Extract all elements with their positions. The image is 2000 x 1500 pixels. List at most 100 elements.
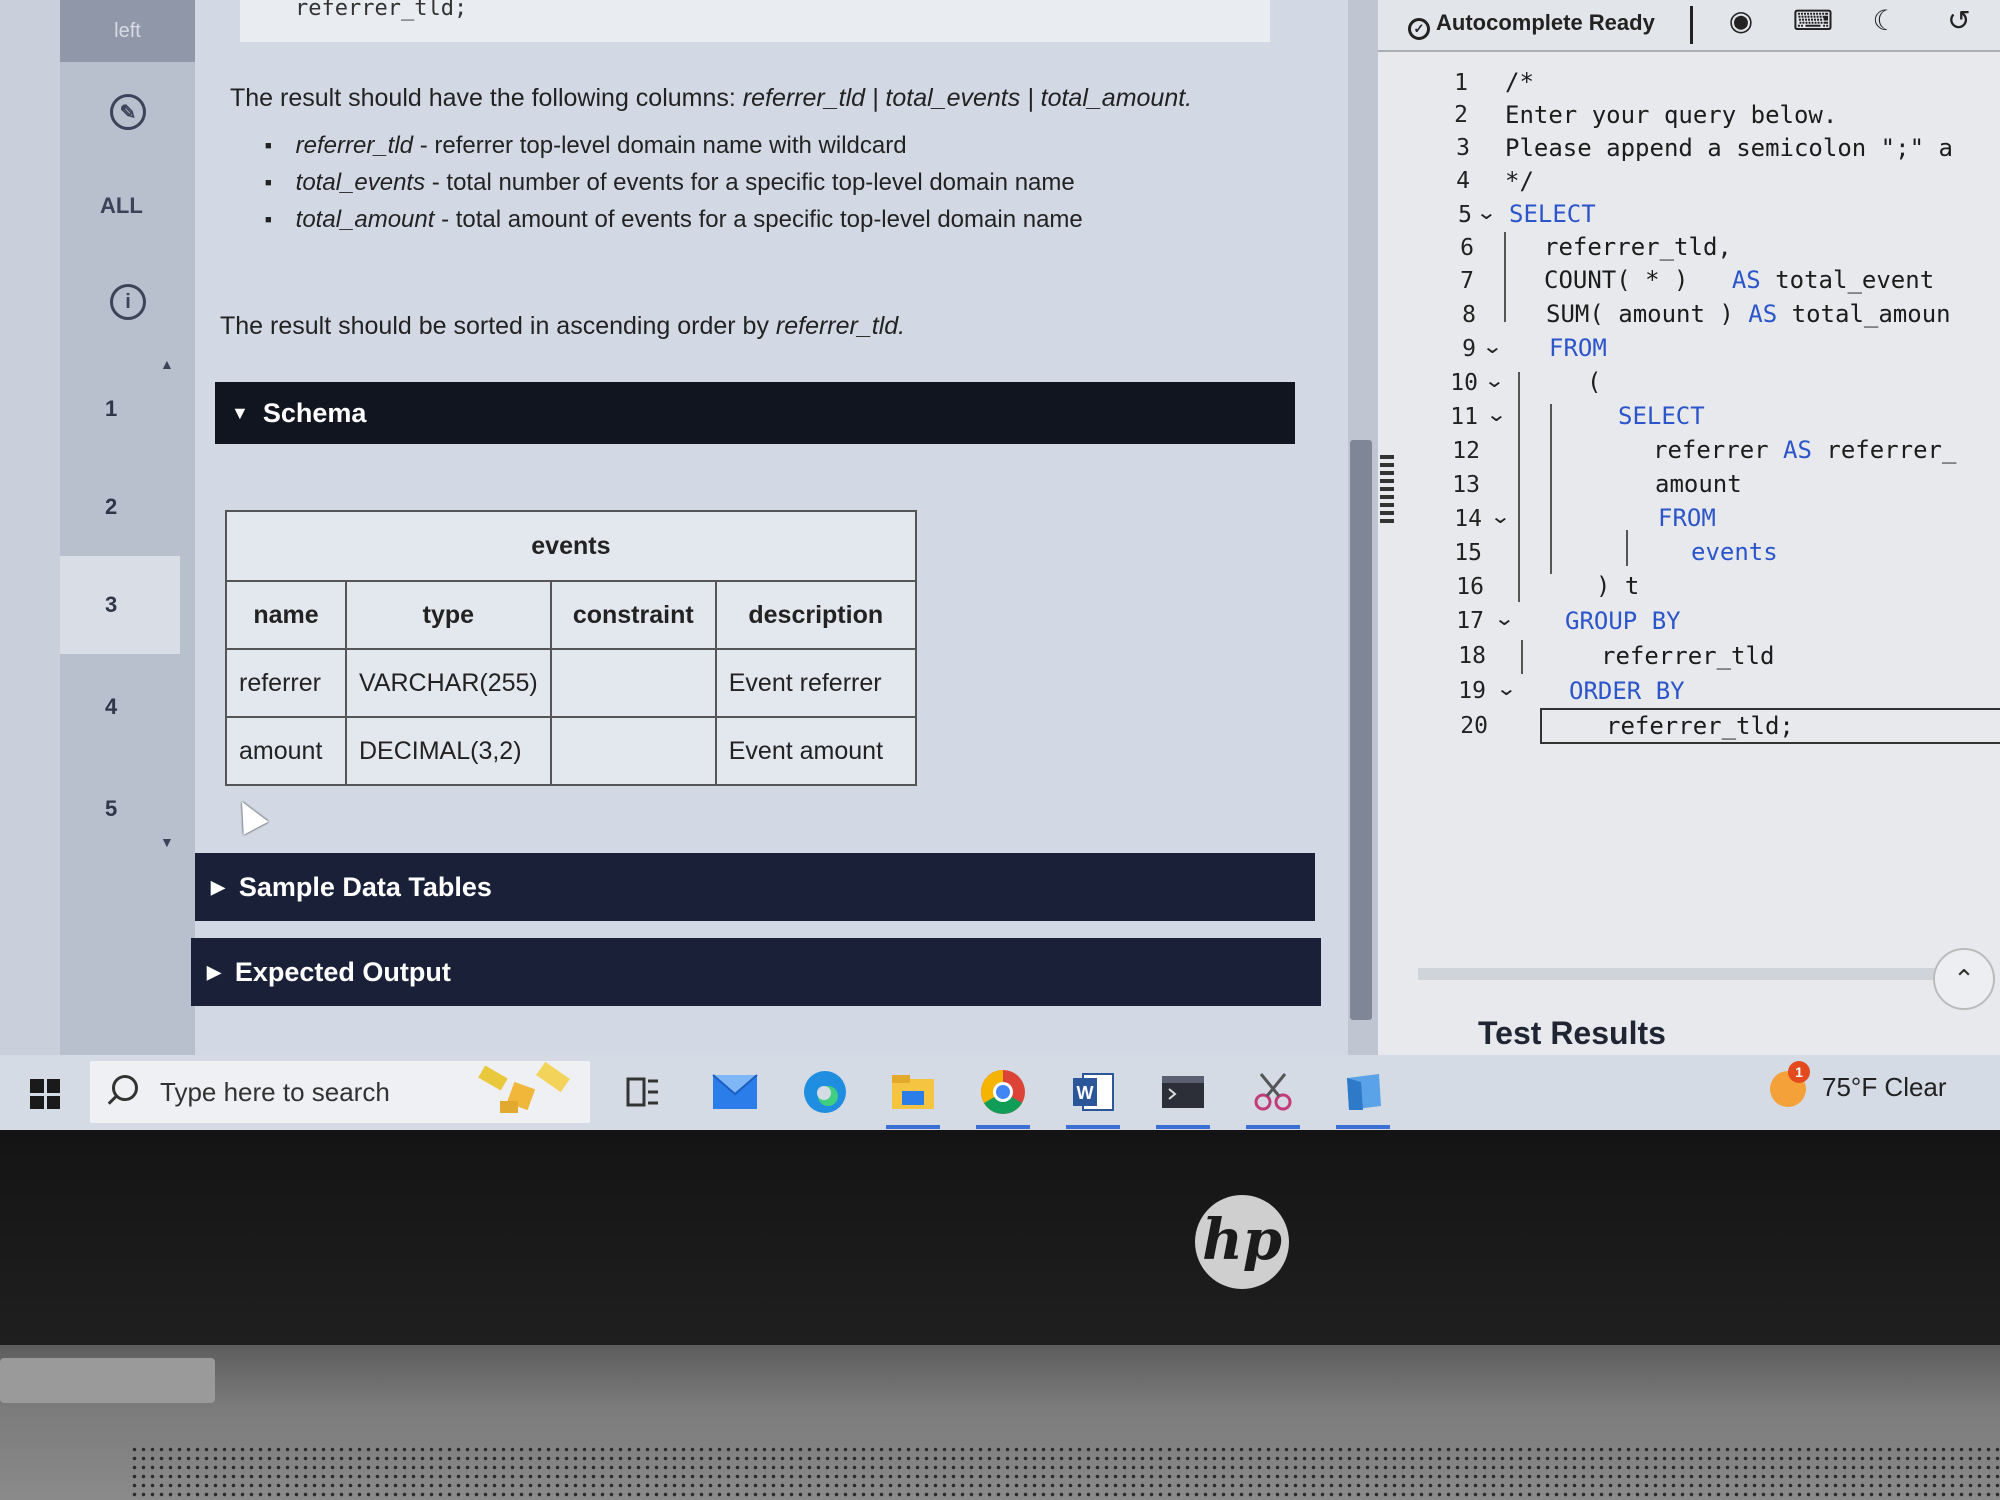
nav-top-tab[interactable]: left xyxy=(60,0,195,62)
bullet-name: referrer_tld xyxy=(295,132,414,159)
indent-guide xyxy=(1504,232,1506,322)
code-line-16[interactable]: ) t xyxy=(1596,572,1639,600)
line-number: 5 xyxy=(1458,202,1472,228)
mail-icon[interactable] xyxy=(708,1065,762,1119)
nav-question-4[interactable]: 4 xyxy=(60,658,180,756)
nav-scroll-down-icon[interactable]: ▼ xyxy=(160,834,174,850)
line-number: 12 xyxy=(1452,438,1480,464)
schema-toggle[interactable]: ▼ Schema xyxy=(215,382,1295,444)
code-keyword: AS xyxy=(1731,266,1761,294)
code-line-7[interactable]: COUNT( * ) AS total_event xyxy=(1544,266,1934,294)
code-line-19[interactable]: ORDER BY xyxy=(1569,677,1685,705)
eye-icon[interactable]: ◉ xyxy=(1720,4,1762,40)
code-line-11[interactable]: SELECT xyxy=(1618,402,1705,430)
nav-question-2[interactable]: 2 xyxy=(60,458,180,556)
autocomplete-label: Autocomplete Ready xyxy=(1436,10,1655,35)
moon-icon[interactable]: ☾ xyxy=(1864,4,1906,40)
sort-column: referrer_tld. xyxy=(775,312,906,340)
code-line-18[interactable]: referrer_tld xyxy=(1601,642,1774,670)
autocomplete-status: ✓ Autocomplete Ready xyxy=(1408,10,1655,40)
screen: left ✎ ALL i ▲ 1 2 3 4 5 ▼ referrer_tld;… xyxy=(0,0,2000,1130)
weather-widget[interactable]: 1 75°F Clear xyxy=(1770,1061,1947,1107)
code-line-9[interactable]: FROM xyxy=(1549,334,1607,362)
windows-start-icon[interactable] xyxy=(30,1079,60,1109)
line-number: 8 xyxy=(1462,302,1476,328)
edge-browser-icon[interactable] xyxy=(798,1065,852,1119)
line-number: 15 xyxy=(1454,540,1482,566)
expected-output-label: Expected Output xyxy=(234,956,451,987)
fold-chevron-icon[interactable]: ⌄ xyxy=(1483,368,1505,393)
sort-instruction: The result should be sorted in ascending… xyxy=(220,312,905,341)
code-line-20[interactable]: referrer_tld; xyxy=(1606,712,1794,740)
code-line-1[interactable]: /* xyxy=(1505,68,1534,96)
laptop-bezel xyxy=(0,1130,2000,1345)
fold-chevron-icon[interactable]: ⌄ xyxy=(1489,504,1511,529)
nav-question-1[interactable]: 1 xyxy=(60,360,180,458)
code-line-8[interactable]: SUM( amount ) AS total_amoun xyxy=(1546,300,1951,328)
fold-chevron-icon[interactable]: ⌄ xyxy=(1495,676,1517,701)
fold-chevron-icon[interactable]: ⌄ xyxy=(1493,606,1515,631)
nav-all[interactable]: ALL xyxy=(100,193,143,219)
code-line-2[interactable]: Enter your query below. xyxy=(1505,101,1837,129)
code-line-4[interactable]: */ xyxy=(1505,167,1534,195)
notification-badge: 1 xyxy=(1788,1061,1810,1083)
task-view-icon[interactable] xyxy=(616,1065,670,1119)
problem-scrollbar-thumb[interactable] xyxy=(1350,440,1372,1020)
weather-text: 75°F Clear xyxy=(1822,1071,1947,1102)
fold-chevron-icon[interactable]: ⌄ xyxy=(1485,402,1507,427)
laptop-hinge xyxy=(0,1358,215,1403)
code-line-13[interactable]: amount xyxy=(1655,470,1742,498)
code-text: COUNT( * ) xyxy=(1544,266,1732,294)
code-line-12[interactable]: referrer AS referrer_ xyxy=(1653,436,1956,464)
code-line-3[interactable]: Please append a semicolon ";" a xyxy=(1505,134,1953,162)
code-keyword: AS xyxy=(1748,300,1778,328)
problem-panel: referrer_tld; The result should have the… xyxy=(191,0,1360,1055)
history-icon[interactable]: ↺ xyxy=(1938,4,1980,40)
check-circle-icon: ✓ xyxy=(1408,18,1430,40)
table-cell xyxy=(549,716,717,786)
table-cell: DECIMAL(3,2) xyxy=(345,716,552,786)
word-icon[interactable]: W xyxy=(1066,1065,1120,1129)
line-number: 2 xyxy=(1454,102,1468,128)
indent-guide xyxy=(1550,404,1552,574)
toolbar-divider xyxy=(1690,6,1693,44)
info-icon[interactable]: i xyxy=(110,284,146,320)
nav-question-3[interactable]: 3 xyxy=(60,556,180,654)
code-line-5[interactable]: SELECT xyxy=(1509,200,1596,228)
sample-data-toggle[interactable]: ▶ Sample Data Tables xyxy=(195,853,1315,921)
keyboard-icon[interactable]: ⌨ xyxy=(1792,4,1834,40)
weather-sun-icon: 1 xyxy=(1770,1061,1810,1107)
expected-output-toggle[interactable]: ▶ Expected Output xyxy=(191,938,1321,1006)
line-number: 6 xyxy=(1460,235,1474,261)
code-line-17[interactable]: GROUP BY xyxy=(1565,607,1681,635)
line-number: 1 xyxy=(1454,70,1468,96)
terminal-icon[interactable] xyxy=(1156,1065,1210,1129)
active-app-indicator xyxy=(1246,1125,1300,1129)
code-line-15[interactable]: events xyxy=(1691,538,1778,566)
app-icon[interactable] xyxy=(1336,1065,1390,1129)
chrome-icon[interactable] xyxy=(976,1065,1030,1129)
bullet-desc: - referrer top-level domain name with wi… xyxy=(413,132,907,159)
columns-list: referrer_tld | total_events | total_amou… xyxy=(742,84,1193,112)
line-number: 11 xyxy=(1450,404,1478,430)
edit-icon[interactable]: ✎ xyxy=(110,94,146,130)
code-line-6[interactable]: referrer_tld, xyxy=(1544,233,1732,261)
resize-handle[interactable] xyxy=(1380,455,1394,525)
snipping-tool-icon[interactable] xyxy=(1246,1065,1300,1129)
schema-label: Schema xyxy=(262,397,367,428)
code-editor: ✓ Autocomplete Ready ◉ ⌨ ☾ ↺ 1 2 3 4 5 6 … xyxy=(1378,0,2000,1055)
bullet-name: total_events xyxy=(295,169,426,196)
line-number: 20 xyxy=(1460,713,1488,739)
schema-table: events name type constraint description … xyxy=(225,510,917,786)
line-number: 3 xyxy=(1456,135,1470,161)
indent-guide xyxy=(1626,530,1628,566)
fold-chevron-icon[interactable]: ⌄ xyxy=(1481,334,1503,359)
collapse-results-button[interactable]: ⌃ xyxy=(1933,948,1995,1010)
fold-chevron-icon[interactable]: ⌄ xyxy=(1475,200,1497,225)
editor-horizontal-scrollbar[interactable] xyxy=(1418,968,1958,980)
code-line-14[interactable]: FROM xyxy=(1658,504,1716,532)
caret-right-icon: ▶ xyxy=(207,961,221,982)
code-line-10[interactable]: ( xyxy=(1587,368,1601,396)
line-number: 18 xyxy=(1458,643,1486,669)
file-explorer-icon[interactable] xyxy=(886,1065,940,1129)
